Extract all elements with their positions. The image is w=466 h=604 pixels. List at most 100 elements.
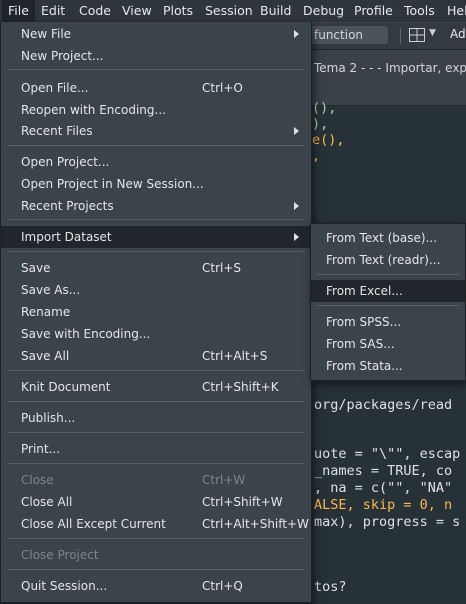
menu-item-save-as[interactable]: Save As... [1,279,311,301]
menu-item-save[interactable]: Save Ctrl+S [1,257,311,279]
menu-item-save-all[interactable]: Save All Ctrl+Alt+S [1,345,311,367]
menu-item-from-text-readr[interactable]: From Text (readr)... [311,249,465,271]
menu-item-label: Reopen with Encoding... [21,103,166,117]
code-line: e(), [312,132,345,148]
menu-item-recent-files[interactable]: Recent Files [1,120,311,142]
chevron-right-icon [294,30,299,38]
menu-item-label: From SAS... [326,337,395,351]
menu-item-close-all[interactable]: Close All Ctrl+Shift+W [1,491,311,513]
menu-item-publish[interactable]: Publish... [1,407,311,429]
menu-item-shortcut: Ctrl+W [202,473,246,487]
menu-item-new-file[interactable]: New File [1,23,311,45]
menu-item-label: From Excel... [326,284,403,298]
function-selector[interactable]: function [308,26,388,44]
menu-item-label: Open Project... [21,155,110,169]
menu-item-label: Quit Session... [21,579,108,593]
menu-item-save-encoding[interactable]: Save with Encoding... [1,323,311,345]
menu-separator [7,569,305,570]
menu-item-label: Close Project [21,548,99,562]
menu-item-label: Save All [21,349,70,363]
menu-item-close[interactable]: Close Ctrl+W [1,469,311,491]
chevron-down-icon[interactable]: ▼ [429,28,436,38]
menu-item-label: Import Dataset [21,230,112,244]
menu-item-label: From Stata... [326,359,403,373]
chevron-right-icon [294,233,299,241]
menubar-plots[interactable]: Plots [157,0,199,22]
menubar-build[interactable]: Build [254,0,297,22]
menu-item-label: New File [21,27,72,41]
menu-separator [7,69,305,70]
menu-item-close-project[interactable]: Close Project [1,544,311,566]
menu-separator [7,401,305,402]
code-line: , [312,148,321,164]
code-line: uote = "\"", escap [314,446,461,462]
menu-separator [7,370,305,371]
menu-item-label: Close All [21,495,73,509]
menu-item-label: Publish... [21,411,76,425]
menu-item-label: Open Project in New Session... [21,177,204,191]
menu-item-rename[interactable]: Rename [1,301,311,323]
menubar-tools[interactable]: Tools [398,0,441,22]
menu-item-from-spss[interactable]: From SPSS... [311,311,465,333]
menu-item-label: Recent Projects [21,199,114,213]
editor-tab-title[interactable]: Tema 2 - - - Importar, export [314,61,466,75]
menu-item-label: Close [21,473,54,487]
menu-item-from-text-base[interactable]: From Text (base)... [311,227,465,249]
menu-item-label: Save with Encoding... [21,327,151,341]
menu-item-reopen-encoding[interactable]: Reopen with Encoding... [1,99,311,121]
menu-separator [7,432,305,433]
menu-item-label: From Text (base)... [326,231,438,245]
menu-item-label: Rename [21,305,71,319]
chevron-right-icon [294,202,299,210]
menu-separator [317,305,459,306]
menu-item-new-project[interactable]: New Project... [1,45,311,67]
file-menu: New File New Project... Open File... Ctr… [0,22,312,603]
menubar-debug[interactable]: Debug [297,0,350,22]
menu-item-from-excel[interactable]: From Excel... [311,280,465,302]
code-line: org/packages/read [314,397,453,413]
menu-separator [7,538,305,539]
menu-item-quit-session[interactable]: Quit Session... Ctrl+Q [1,575,311,597]
menu-item-label: Open File... [21,81,89,95]
menu-item-open-project[interactable]: Open Project... [1,151,311,173]
menu-item-shortcut: Ctrl+Alt+Shift+W [202,517,309,531]
menu-separator [7,219,305,220]
menubar-edit[interactable]: Edit [35,0,71,22]
code-line: max), progress = s [314,514,461,530]
menu-item-knit-document[interactable]: Knit Document Ctrl+Shift+K [1,376,311,398]
menu-item-label: Save As... [21,283,81,297]
menu-item-shortcut: Ctrl+S [202,261,242,275]
menu-item-label: From SPSS... [326,315,402,329]
menubar-file[interactable]: File [2,0,35,22]
menu-item-open-project-new-session[interactable]: Open Project in New Session... [1,173,311,195]
menu-bar: File Edit Code View Plots Session Build … [0,0,466,23]
menu-item-from-sas[interactable]: From SAS... [311,333,465,355]
menubar-profile[interactable]: Profile [348,0,399,22]
menu-item-recent-projects[interactable]: Recent Projects [1,195,311,217]
menu-item-print[interactable]: Print... [1,438,311,460]
menubar-help[interactable]: Help [441,0,466,22]
code-line: (), [312,100,337,116]
menubar-session[interactable]: Session [199,0,259,22]
menu-item-close-all-except-current[interactable]: Close All Except Current Ctrl+Alt+Shift+… [1,513,311,535]
code-line: _names = TRUE, co [314,463,453,479]
menubar-view[interactable]: View [116,0,158,22]
menu-item-shortcut: Ctrl+Q [202,579,243,593]
menu-item-shortcut: Ctrl+O [202,81,243,95]
menu-item-label: Recent Files [21,124,93,138]
grid-icon[interactable] [409,28,425,42]
code-line: tos? [314,579,347,595]
menu-item-open-file[interactable]: Open File... Ctrl+O [1,77,311,99]
menu-separator [7,251,305,252]
chevron-right-icon [294,127,299,135]
code-line: ), [312,116,329,132]
code-line: ALSE, skip = 0, n [314,497,453,513]
menu-item-label: From Text (readr)... [326,253,441,267]
menu-item-label: Knit Document [21,380,111,394]
menu-item-label: New Project... [21,49,104,63]
menu-item-import-dataset[interactable]: Import Dataset [1,226,311,248]
menu-item-from-stata[interactable]: From Stata... [311,355,465,377]
menubar-code[interactable]: Code [73,0,117,22]
addins-button[interactable]: Ad [450,27,466,41]
menu-item-shortcut: Ctrl+Shift+W [202,495,283,509]
